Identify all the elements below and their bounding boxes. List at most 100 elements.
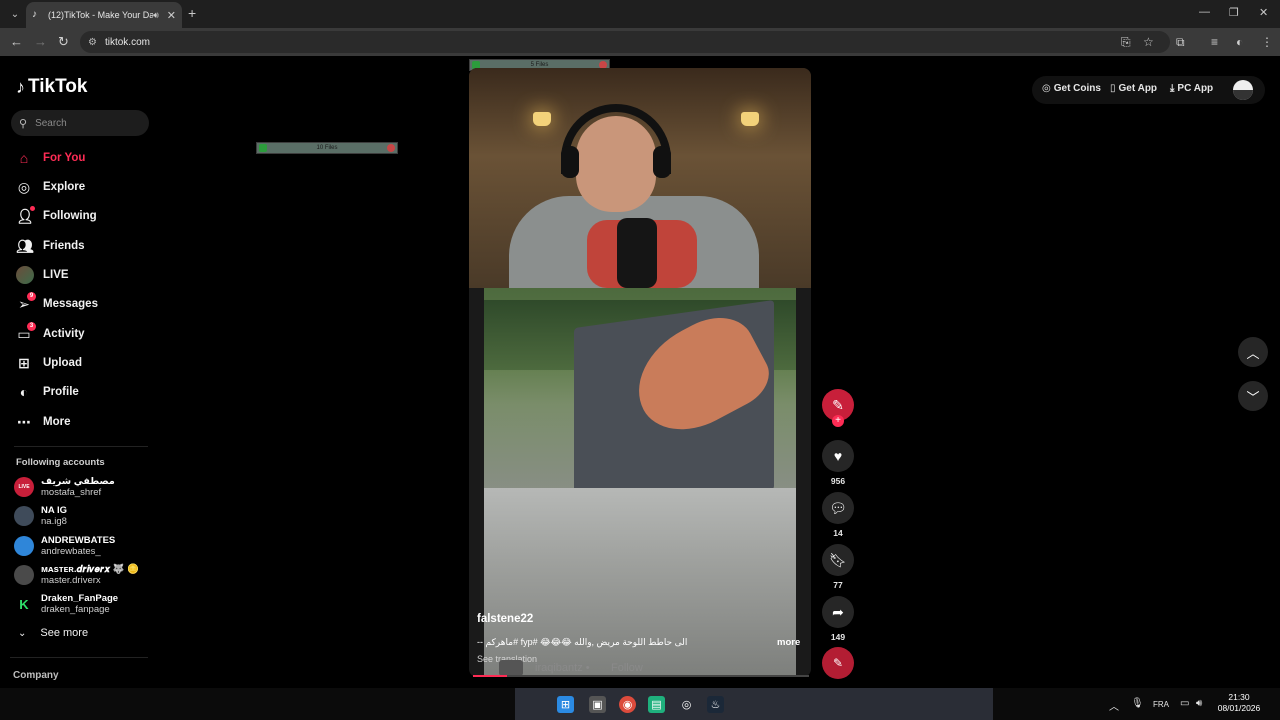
- separator: •: [585, 662, 590, 674]
- pc-app-button[interactable]: ⤓ PC App: [1170, 83, 1213, 94]
- get-app-button[interactable]: ▯ Get App: [1110, 83, 1157, 94]
- microphone-icon[interactable]: 🎙︎: [1131, 698, 1144, 709]
- install-app-icon[interactable]: ⎘: [1121, 35, 1131, 50]
- caption-more-button[interactable]: more: [777, 637, 800, 648]
- reload-icon[interactable]: ↻: [58, 34, 69, 50]
- download-icon: ⤓: [1170, 83, 1175, 94]
- video-progress[interactable]: [473, 675, 809, 677]
- extensions-icon[interactable]: ⧉: [1176, 35, 1185, 50]
- sidebar-item-activity[interactable]: ▭ 3 Activity: [16, 321, 85, 344]
- account-handle: na.ig8: [41, 516, 67, 527]
- chevron-down-icon: ﹀: [1246, 389, 1260, 405]
- lamp-decor: [533, 112, 551, 126]
- activity-icon: ▭ 3: [16, 321, 36, 343]
- media-controls-icon[interactable]: ≡: [1211, 35, 1218, 49]
- obs-icon[interactable]: ◎: [678, 696, 695, 713]
- windows-start-icon[interactable]: ⊞: [557, 696, 574, 713]
- taskbar-clock[interactable]: 21:30 08/01/2026: [1216, 692, 1262, 714]
- sidebar-item-live[interactable]: LIVE: [16, 265, 69, 285]
- company-link[interactable]: Company: [13, 670, 59, 681]
- url-field[interactable]: ⚙ tiktok.com: [80, 31, 1170, 53]
- sidebar-item-label: More: [43, 416, 71, 428]
- notification-dot: [30, 205, 35, 211]
- sidebar-item-friends[interactable]: 👥︎ Friends: [16, 236, 85, 256]
- browser-tab[interactable]: ♪ (12)TikTok - Make Your Day 🔊︎ ✕: [26, 2, 182, 28]
- share-button[interactable]: ➦: [822, 596, 854, 628]
- account-item[interactable]: NA IG na.ig8: [14, 505, 67, 527]
- close-window-icon[interactable]: ✕: [1259, 6, 1268, 19]
- minimize-icon[interactable]: —: [1199, 6, 1210, 18]
- account-handle: andrewbates_: [41, 546, 101, 557]
- steam-icon[interactable]: ♨: [707, 696, 724, 713]
- sidebar-item-explore[interactable]: ◎ Explore: [16, 177, 85, 197]
- avatar: LIVE: [14, 477, 34, 497]
- sidebar-item-messages[interactable]: ➢ 9 Messages: [16, 291, 98, 314]
- profile-avatar-icon[interactable]: ◐: [1236, 35, 1243, 49]
- close-tab-icon[interactable]: ✕: [167, 9, 176, 22]
- forward-icon[interactable]: →: [34, 34, 47, 49]
- address-bar: ← → ↻ ⚙ tiktok.com ⎘ ☆ ⧉ ≡ ◐ ⋮: [0, 28, 1280, 56]
- live-icon: [16, 266, 34, 284]
- sidebar-item-more[interactable]: ⋯ More: [16, 412, 70, 432]
- video-author[interactable]: falstene22: [477, 613, 533, 625]
- back-icon[interactable]: ←: [10, 34, 23, 49]
- sub-author-name[interactable]: iraqibantz •: [535, 662, 590, 674]
- pc-app-label: PC App: [1177, 83, 1214, 94]
- next-video-button[interactable]: ﹀: [1238, 381, 1268, 411]
- follow-plus-icon[interactable]: +: [832, 415, 844, 427]
- account-item[interactable]: ᴍᴀsᴛᴇʀ.𝒅𝒓𝒊𝒗𝒆𝒓𝒙 🐺 🪙 master.driverx: [14, 564, 139, 586]
- sidebar-item-for-you[interactable]: ⌂ For You: [16, 148, 86, 168]
- sidebar-item-following[interactable]: 👤︎ Following: [16, 205, 97, 226]
- like-button[interactable]: ♥: [822, 440, 854, 472]
- menu-kebab-icon[interactable]: ⋮: [1261, 35, 1273, 49]
- account-item[interactable]: LIVE مصطفي شريف mostafa_shref: [14, 476, 115, 498]
- follow-link[interactable]: Follow: [611, 662, 643, 674]
- account-name: ᴍᴀsᴛᴇʀ.𝒅𝒓𝒊𝒗𝒆𝒓𝒙 🐺 🪙: [41, 564, 140, 575]
- heart-icon: ♥: [833, 448, 843, 464]
- new-tab-icon[interactable]: +: [188, 5, 196, 21]
- app-icon[interactable]: ▤: [648, 696, 665, 713]
- home-icon: ⌂: [19, 150, 29, 166]
- tray-overflow-icon[interactable]: ︿: [1109, 698, 1119, 713]
- sub-author-avatar: [499, 660, 523, 676]
- comment-button[interactable]: 💬︎: [822, 492, 854, 524]
- save-button[interactable]: 🔖︎: [822, 544, 854, 576]
- files-overlay[interactable]: 10 Files: [256, 142, 398, 154]
- get-coins-label: Get Coins: [1053, 83, 1101, 94]
- site-info-icon[interactable]: ⚙: [88, 37, 97, 48]
- search-icon: ⚲: [19, 117, 28, 130]
- bookmark-star-icon[interactable]: ☆: [1143, 35, 1154, 49]
- avatar: K: [14, 594, 34, 614]
- language-indicator[interactable]: FRA: [1153, 700, 1169, 709]
- top-actions-bar: ◎ Get Coins ▯ Get App ⤓ PC App: [1032, 76, 1265, 104]
- get-app-label: Get App: [1118, 83, 1158, 94]
- files-app-icon: [259, 144, 267, 152]
- bookmark-icon: 🔖︎: [829, 551, 847, 568]
- like-count: 956: [830, 476, 846, 486]
- chrome-icon[interactable]: ◉: [619, 696, 636, 713]
- phone-icon: ▯: [1110, 83, 1116, 94]
- see-more-button[interactable]: ⌄ See more: [18, 627, 88, 639]
- user-avatar[interactable]: [1233, 80, 1253, 100]
- account-item[interactable]: ANDREWBATES andrewbates_: [14, 535, 115, 557]
- task-view-icon[interactable]: ▣: [589, 696, 606, 713]
- sidebar-item-label: Explore: [43, 181, 86, 193]
- sidebar-item-profile[interactable]: ◐ Profile: [16, 382, 79, 402]
- tab-search-icon[interactable]: ⌄: [4, 3, 26, 25]
- sidebar-item-label: Messages: [43, 298, 98, 310]
- search-input[interactable]: ⚲ Search: [11, 110, 149, 136]
- close-icon[interactable]: [387, 144, 395, 152]
- video-player[interactable]: [469, 68, 811, 677]
- music-disc[interactable]: ✎: [822, 647, 854, 679]
- get-coins-button[interactable]: ◎ Get Coins: [1042, 83, 1101, 94]
- speaker-icon[interactable]: 🔊︎: [153, 10, 159, 21]
- messages-icon: ➢ 9: [16, 291, 36, 313]
- network-icon[interactable]: ▭: [1180, 698, 1189, 709]
- account-item[interactable]: K Draken_FanPage draken_fanpage: [14, 593, 118, 615]
- previous-video-button[interactable]: ︿: [1238, 337, 1268, 367]
- tiktok-logo[interactable]: ♪ TikTok: [16, 76, 87, 98]
- sidebar-item-upload[interactable]: ⊞ Upload: [16, 353, 82, 373]
- url-text: tiktok.com: [104, 36, 150, 48]
- restore-icon[interactable]: ❐: [1229, 6, 1239, 19]
- volume-icon[interactable]: 🔊︎: [1196, 698, 1202, 709]
